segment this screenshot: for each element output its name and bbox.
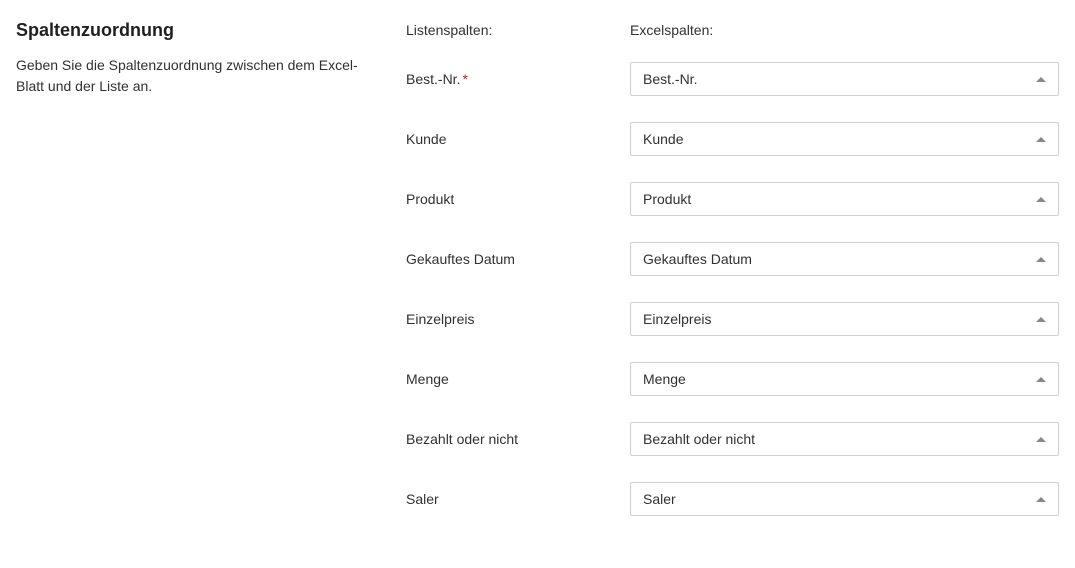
dropdown-menge[interactable]: Menge [630, 362, 1059, 396]
field-label-einzelpreis: Einzelpreis [406, 302, 614, 336]
field-label-bestnr: Best.-Nr.* [406, 62, 614, 96]
dropdown-value: Best.-Nr. [643, 71, 1028, 87]
section-title: Spaltenzuordnung [16, 20, 366, 41]
excel-columns-header: Excelspalten: [630, 20, 1059, 38]
dropdown-value: Kunde [643, 131, 1028, 147]
dropdown-value: Produkt [643, 191, 1028, 207]
dropdown-value: Saler [643, 491, 1028, 507]
required-asterisk: * [462, 71, 467, 87]
field-label-kunde: Kunde [406, 122, 614, 156]
list-columns-header: Listenspalten: [406, 20, 614, 38]
dropdown-gekauftes-datum[interactable]: Gekauftes Datum [630, 242, 1059, 276]
field-label-text: Bezahlt oder nicht [406, 431, 518, 447]
field-label-menge: Menge [406, 362, 614, 396]
caret-up-icon [1036, 77, 1046, 82]
field-label-gekauftes-datum: Gekauftes Datum [406, 242, 614, 276]
dropdown-value: Gekauftes Datum [643, 251, 1028, 267]
caret-up-icon [1036, 257, 1046, 262]
field-label-bezahlt: Bezahlt oder nicht [406, 422, 614, 456]
left-panel: Spaltenzuordnung Geben Sie die Spaltenzu… [16, 20, 366, 542]
dropdown-einzelpreis[interactable]: Einzelpreis [630, 302, 1059, 336]
field-label-saler: Saler [406, 482, 614, 516]
dropdown-kunde[interactable]: Kunde [630, 122, 1059, 156]
caret-up-icon [1036, 317, 1046, 322]
dropdown-value: Menge [643, 371, 1028, 387]
excel-columns-col: Excelspalten: Best.-Nr. Kunde Produkt Ge… [630, 20, 1059, 542]
field-label-text: Kunde [406, 131, 446, 147]
right-panel: Listenspalten: Best.-Nr.* Kunde Produkt … [406, 20, 1059, 542]
caret-up-icon [1036, 497, 1046, 502]
dropdown-produkt[interactable]: Produkt [630, 182, 1059, 216]
field-label-text: Produkt [406, 191, 454, 207]
field-label-text: Gekauftes Datum [406, 251, 515, 267]
dropdown-bezahlt[interactable]: Bezahlt oder nicht [630, 422, 1059, 456]
list-columns-col: Listenspalten: Best.-Nr.* Kunde Produkt … [406, 20, 614, 542]
dropdown-bestnr[interactable]: Best.-Nr. [630, 62, 1059, 96]
column-mapping-section: Spaltenzuordnung Geben Sie die Spaltenzu… [16, 20, 1059, 542]
section-description: Geben Sie die Spaltenzuordnung zwischen … [16, 55, 366, 97]
field-label-text: Menge [406, 371, 449, 387]
caret-up-icon [1036, 197, 1046, 202]
dropdown-saler[interactable]: Saler [630, 482, 1059, 516]
field-label-produkt: Produkt [406, 182, 614, 216]
dropdown-value: Einzelpreis [643, 311, 1028, 327]
caret-up-icon [1036, 137, 1046, 142]
field-label-text: Best.-Nr. [406, 71, 460, 87]
field-label-text: Saler [406, 491, 439, 507]
caret-up-icon [1036, 377, 1046, 382]
dropdown-value: Bezahlt oder nicht [643, 431, 1028, 447]
field-label-text: Einzelpreis [406, 311, 474, 327]
caret-up-icon [1036, 437, 1046, 442]
